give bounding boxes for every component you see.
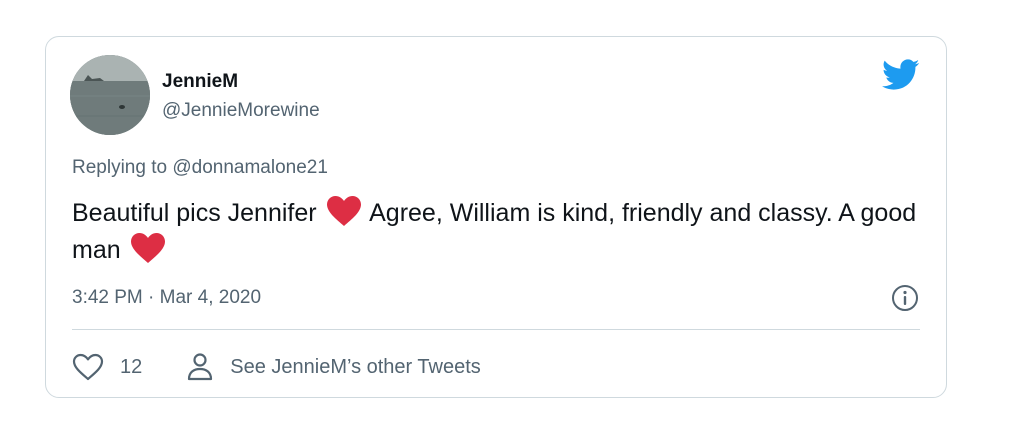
tweet-actions: 12 See JennieM’s other Tweets (72, 347, 481, 387)
replying-to-line: Replying to @donnamalone21 (72, 157, 328, 179)
see-other-tweets-label: See JennieM’s other Tweets (230, 355, 481, 378)
see-other-tweets-link[interactable]: See JennieM’s other Tweets (186, 352, 481, 382)
red-heart-emoji-icon (130, 233, 165, 263)
replying-to-label: Replying to (72, 157, 168, 178)
heart-outline-icon (72, 353, 104, 381)
tweet-timestamp[interactable]: 3:42 PM · Mar 4, 2020 (72, 287, 261, 309)
tweet-text-part1: Beautiful pics Jennifer (72, 199, 317, 227)
like-button[interactable]: 12 (72, 353, 142, 381)
author-display-name[interactable]: JennieM (162, 71, 238, 93)
avatar-photo (70, 55, 150, 135)
twitter-bird-icon[interactable] (882, 59, 920, 91)
like-count: 12 (120, 355, 143, 378)
person-icon (188, 353, 213, 381)
reply-mention-link[interactable]: @donnamalone21 (172, 157, 328, 178)
red-heart-emoji-icon (326, 196, 361, 226)
tweet-card: JennieM @JennieMorewine Replying to @don… (45, 36, 947, 398)
divider (72, 329, 920, 330)
author-handle[interactable]: @JennieMorewine (162, 100, 320, 122)
tweet-text: Beautiful pics Jennifer Agree, William i… (72, 195, 932, 269)
info-icon[interactable] (890, 283, 920, 313)
avatar[interactable] (70, 55, 150, 135)
